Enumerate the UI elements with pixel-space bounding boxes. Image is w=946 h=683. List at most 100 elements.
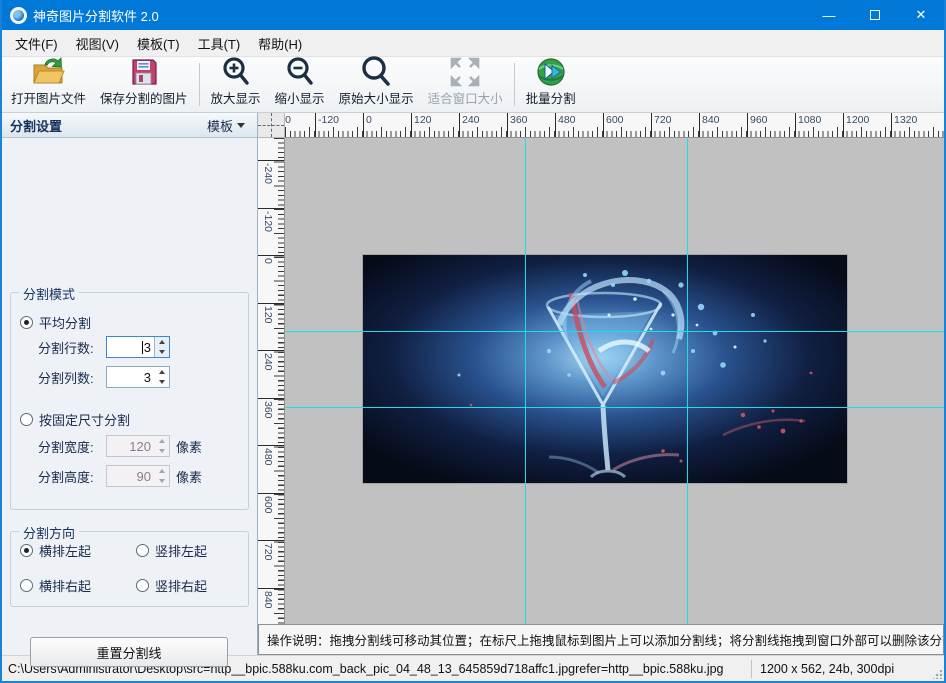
menu-template[interactable]: 模板(T) [128, 30, 189, 57]
split-width-spinner: 120 [106, 435, 170, 457]
spin-down-button [154, 446, 169, 456]
radio-icon [20, 413, 33, 426]
direction-radio-row-rtl[interactable]: 横排右起 [20, 576, 91, 595]
direction-radio-row-ltr[interactable]: 横排左起 [20, 541, 91, 560]
radio-label: 横排左起 [39, 541, 91, 560]
ruler-label: 360 [510, 114, 528, 126]
spin-up-button [154, 466, 169, 476]
close-button[interactable]: ✕ [898, 0, 944, 30]
app-window: 神奇图片分割软件 2.0 — ✕ 文件(F) 视图(V) 模板(T) 工具(T)… [0, 0, 946, 683]
actual-size-button[interactable]: 原始大小显示 [332, 59, 421, 110]
menu-bar: 文件(F) 视图(V) 模板(T) 工具(T) 帮助(H) [2, 30, 944, 57]
spin-up-button[interactable] [155, 337, 169, 347]
zoom-out-button[interactable]: 缩小显示 [268, 59, 332, 110]
split-cols-field: 分割列数: 3 [38, 366, 170, 388]
split-rows-field: 分割行数: 3 [38, 336, 170, 358]
maximize-button[interactable] [852, 0, 898, 30]
split-rows-spinner[interactable]: 3 [106, 336, 170, 358]
radio-label: 竖排左起 [155, 541, 207, 560]
split-width-label: 分割宽度: [38, 437, 100, 456]
minimize-button[interactable]: — [806, 0, 852, 30]
open-image-button[interactable]: 打开图片文件 [4, 59, 93, 110]
batch-split-icon [535, 56, 567, 88]
ruler-label: 960 [750, 114, 768, 126]
image-canvas[interactable] [285, 138, 944, 624]
batch-split-button[interactable]: 批量分割 [519, 59, 583, 110]
split-line-vertical[interactable] [687, 138, 688, 624]
resize-grip-icon[interactable] [930, 656, 944, 681]
template-dropdown-button[interactable]: 模板 [203, 114, 249, 137]
save-icon [128, 56, 160, 88]
ruler-minor-ticks [285, 131, 944, 137]
ruler-major-tick [363, 113, 364, 137]
toolbar-separator [199, 63, 200, 106]
ruler-label: -120 [318, 114, 339, 126]
fit-window-button: 适合窗口大小 [421, 59, 510, 110]
ruler-label: 720 [262, 543, 274, 561]
ruler-label: 0 [262, 258, 274, 264]
menu-file[interactable]: 文件(F) [6, 30, 67, 57]
split-line-horizontal[interactable] [285, 331, 944, 332]
ruler-major-tick [843, 113, 844, 137]
ruler-major-tick [258, 350, 284, 351]
toolbar: 打开图片文件 保存分割的图片 [2, 57, 944, 113]
ruler-label: -240 [285, 114, 291, 126]
spin-down-button[interactable] [154, 377, 169, 387]
save-split-images-button[interactable]: 保存分割的图片 [93, 59, 195, 110]
ruler-label: 240 [262, 353, 274, 371]
radio-label: 平均分割 [39, 313, 91, 332]
ruler-label: -240 [262, 163, 274, 184]
ruler-major-tick [507, 113, 508, 137]
ruler-label: 120 [414, 114, 432, 126]
direction-radio-col-rtl[interactable]: 竖排右起 [136, 576, 207, 595]
menu-view[interactable]: 视图(V) [67, 30, 128, 57]
radio-icon [136, 579, 149, 592]
direction-radio-col-ltr[interactable]: 竖排左起 [136, 541, 207, 560]
split-width-value: 120 [129, 439, 151, 454]
split-cols-spinner[interactable]: 3 [106, 366, 170, 388]
fixed-size-split-radio[interactable]: 按固定尺寸分割 [20, 410, 130, 429]
ruler-origin-corner [258, 113, 285, 138]
radio-icon [20, 544, 33, 557]
menu-help[interactable]: 帮助(H) [249, 30, 311, 57]
template-dropdown-label: 模板 [207, 116, 233, 135]
arrow-up-icon [159, 370, 165, 374]
help-text: 操作说明：拖拽分割线可移动其位置；在标尺上拖拽鼠标到图片上可以添加分割线；将分割… [267, 630, 944, 649]
ruler-label: 1320 [894, 114, 917, 126]
reset-button-label: 重置分割线 [96, 643, 161, 662]
zoom-in-button[interactable]: 放大显示 [204, 59, 268, 110]
radio-label: 竖排右起 [155, 576, 207, 595]
horizontal-ruler[interactable]: -240-12001202403604806007208409601080120… [285, 113, 944, 138]
reset-split-lines-button[interactable]: 重置分割线 [30, 637, 228, 667]
ruler-major-tick [459, 113, 460, 137]
ruler-label: 120 [262, 306, 274, 324]
ruler-major-tick [795, 113, 796, 137]
arrow-down-icon [159, 380, 165, 384]
help-bar: 操作说明：拖拽分割线可移动其位置；在标尺上拖拽鼠标到图片上可以添加分割线；将分割… [258, 624, 944, 655]
ruler-major-tick [258, 398, 284, 399]
ruler-label: -120 [262, 211, 274, 232]
split-direction-group-title: 分割方向 [19, 523, 79, 542]
ruler-minor-ticks [278, 138, 284, 624]
radio-label: 横排右起 [39, 576, 91, 595]
actual-size-icon [359, 56, 393, 88]
pixels-unit-label: 像素 [176, 467, 202, 486]
text-caret [142, 341, 143, 354]
menu-tools[interactable]: 工具(T) [189, 30, 250, 57]
pixels-unit-label: 像素 [176, 437, 202, 456]
ruler-major-tick [699, 113, 700, 137]
split-width-field: 分割宽度: 120 像素 [38, 435, 202, 457]
split-rows-label: 分割行数: [38, 338, 100, 357]
split-line-horizontal[interactable] [285, 407, 944, 408]
ruler-label: 0 [366, 114, 372, 126]
spin-up-button[interactable] [154, 367, 169, 377]
vertical-ruler[interactable]: -240-1200120240360480600720840 [258, 138, 285, 624]
spin-down-button[interactable] [155, 347, 169, 357]
ruler-label: 600 [262, 496, 274, 514]
split-height-field: 分割高度: 90 像素 [38, 465, 202, 487]
average-split-radio[interactable]: 平均分割 [20, 313, 91, 332]
ruler-major-tick [258, 540, 284, 541]
split-line-vertical[interactable] [525, 138, 526, 624]
radio-label: 按固定尺寸分割 [39, 410, 130, 429]
ruler-major-tick [258, 208, 284, 209]
